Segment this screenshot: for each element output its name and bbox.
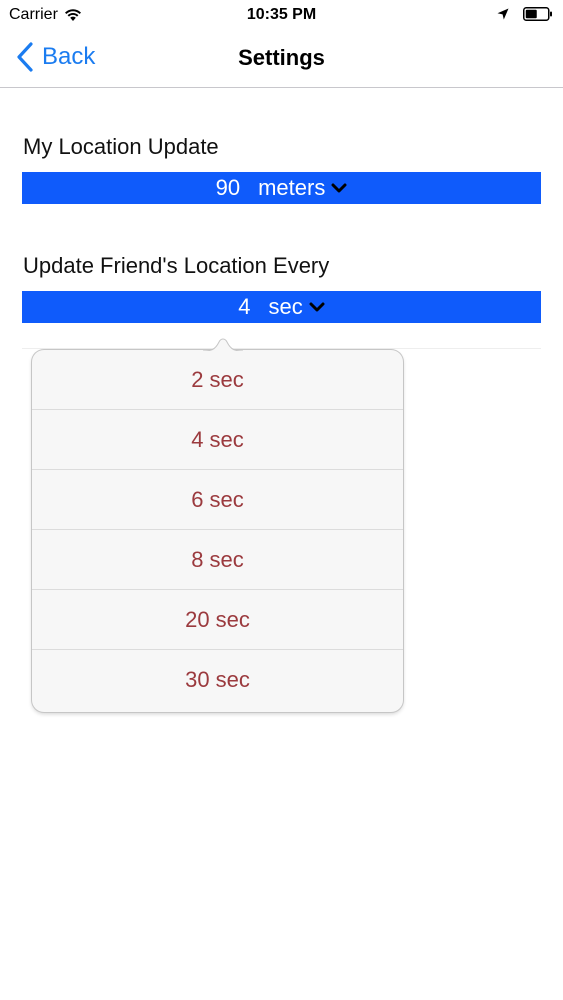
chevron-down-icon — [309, 302, 325, 312]
dropdown-option[interactable]: 4 sec — [32, 410, 403, 470]
location-update-unit: meters — [258, 175, 326, 200]
navigation-bar: Back Settings — [0, 30, 563, 88]
divider — [22, 348, 541, 349]
status-indicators — [497, 7, 553, 21]
page-title: Settings — [238, 45, 325, 70]
dropdown-option[interactable]: 6 sec — [32, 470, 403, 530]
dropdown-option[interactable]: 2 sec — [32, 350, 403, 410]
location-update-label: My Location Update — [23, 134, 219, 159]
status-bar: Carrier 10:35 PM — [0, 0, 563, 30]
friend-update-label: Update Friend's Location Every — [23, 253, 330, 278]
location-update-picker[interactable]: 90 meters — [22, 172, 541, 204]
dropdown-option[interactable]: 30 sec — [32, 650, 403, 709]
location-arrow-icon — [497, 8, 509, 20]
status-time: 10:35 PM — [246, 6, 317, 23]
dropdown-option[interactable]: 8 sec — [32, 530, 403, 590]
location-update-value: 90 — [215, 175, 241, 200]
friend-update-unit: sec — [268, 294, 303, 319]
friend-update-value: 4 — [238, 294, 251, 319]
interval-dropdown: 2 sec 4 sec 6 sec 8 sec 20 sec 30 sec — [32, 338, 403, 712]
chevron-down-icon — [331, 183, 347, 193]
battery-icon — [523, 7, 552, 21]
dropdown-option[interactable]: 20 sec — [32, 590, 403, 650]
friend-update-picker[interactable]: 4 sec — [22, 291, 541, 323]
